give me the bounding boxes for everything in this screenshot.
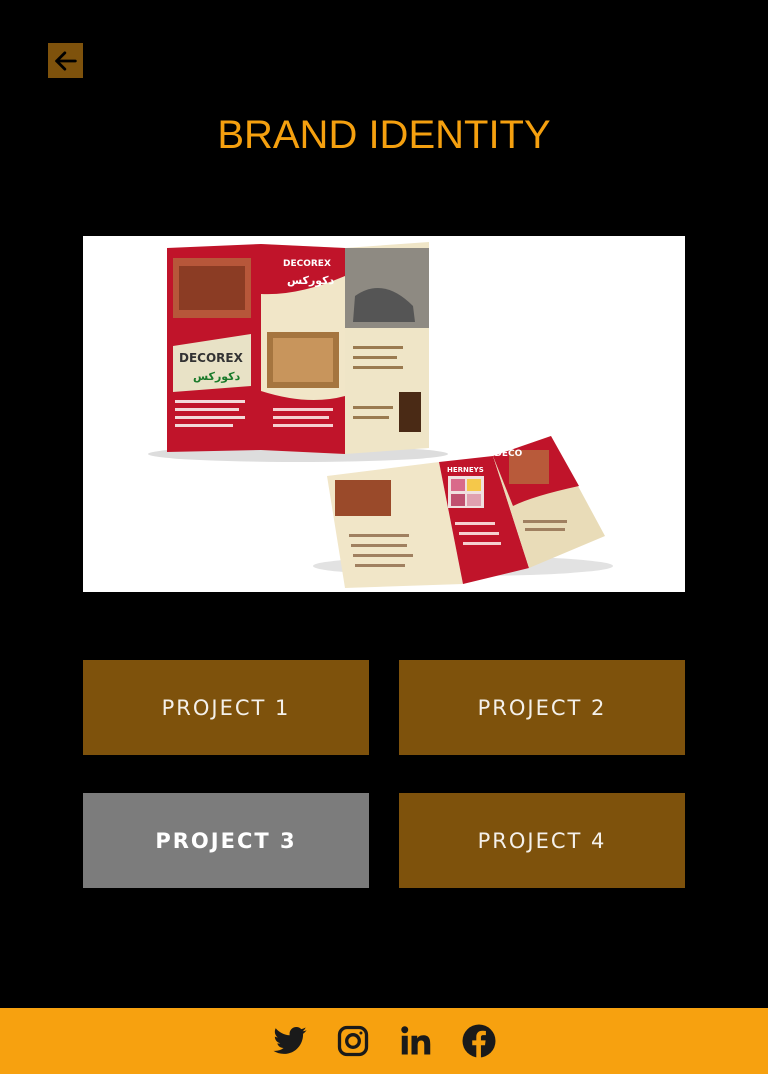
facebook-link[interactable] xyxy=(461,1023,497,1059)
inner-label: IDECO xyxy=(491,449,523,459)
facebook-icon xyxy=(462,1024,495,1058)
brochure-image: DECOREX دکورکس DECOREX دکورکس HERNEYS ID… xyxy=(83,236,685,592)
project-2-button[interactable]: PROJECT 2 xyxy=(399,660,685,755)
project-4-button[interactable]: PROJECT 4 xyxy=(399,793,685,888)
arrow-left-icon xyxy=(54,50,77,71)
svg-text:دکورکس: دکورکس xyxy=(287,274,335,287)
brand-name-fa: دکورکس xyxy=(193,370,241,383)
back-button[interactable] xyxy=(48,43,83,78)
linkedin-icon xyxy=(400,1026,430,1055)
twitter-icon xyxy=(273,1027,306,1054)
project-3-button[interactable]: PROJECT 3 xyxy=(83,793,369,888)
page-title: BRAND IDENTITY xyxy=(217,113,551,157)
inner-label-2: HERNEYS xyxy=(447,466,484,474)
twitter-link[interactable] xyxy=(272,1023,308,1059)
footer xyxy=(0,1008,768,1074)
svg-text:DECOREX: DECOREX xyxy=(283,259,331,269)
instagram-link[interactable] xyxy=(335,1023,371,1059)
instagram-icon xyxy=(337,1025,368,1057)
linkedin-link[interactable] xyxy=(398,1023,434,1059)
project-1-button[interactable]: PROJECT 1 xyxy=(83,660,369,755)
brand-name: DECOREX xyxy=(179,351,244,365)
